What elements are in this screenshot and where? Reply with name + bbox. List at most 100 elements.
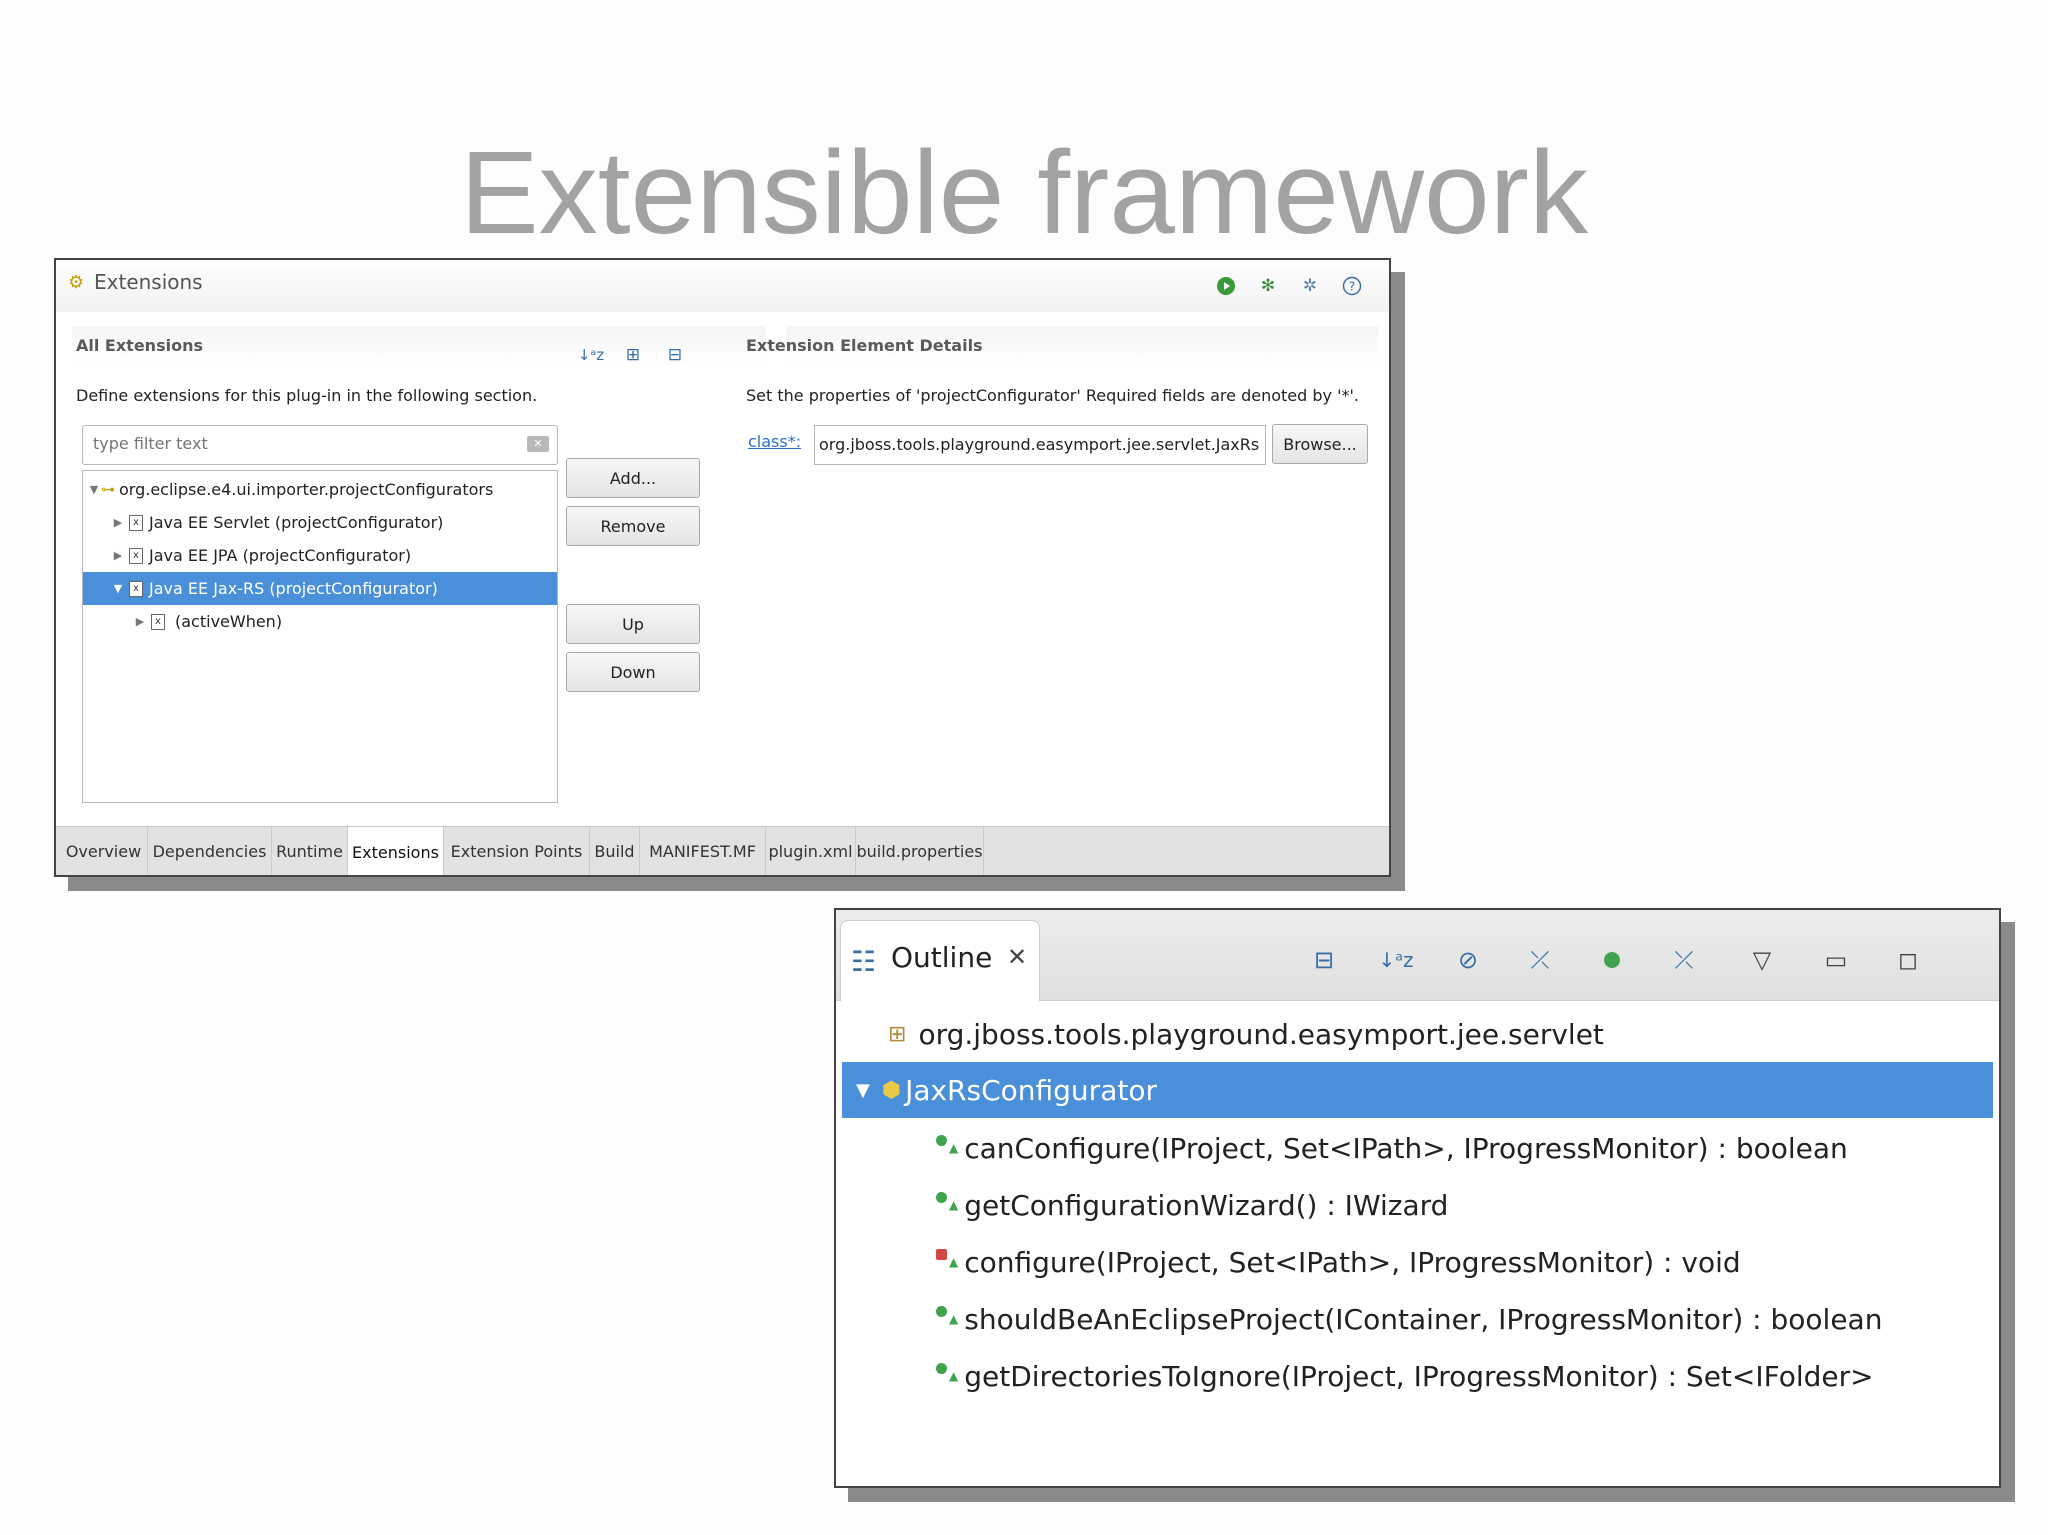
extensions-icon: ⚙	[68, 272, 85, 293]
method-row[interactable]: ▲ getDirectoriesToIgnore(IProject, IProg…	[842, 1348, 1993, 1404]
collapse-all-icon[interactable]: ⊟	[1304, 940, 1344, 980]
tree-item-label: Java EE Jax-RS (projectConfigurator)	[149, 579, 438, 598]
public-method-icon	[936, 1134, 947, 1146]
tab-dependencies[interactable]: Dependencies	[148, 827, 272, 875]
tree-item-servlet[interactable]: ▶ x Java EE Servlet (projectConfigurator…	[83, 506, 557, 539]
clear-filter-icon[interactable]: ✕	[527, 436, 549, 452]
add-button[interactable]: Add...	[566, 458, 700, 498]
public-method-icon	[936, 1362, 947, 1374]
slide-title: Extensible framework	[460, 127, 1588, 259]
close-icon[interactable]: ✕	[1007, 943, 1027, 971]
element-icon: x	[129, 514, 143, 531]
class-link[interactable]: class*:	[748, 432, 801, 451]
editor-header: ⚙ Extensions ✻ ✲ ?	[56, 260, 1389, 312]
collapsed-chevron-icon[interactable]: ▶	[111, 516, 125, 529]
element-icon: x	[129, 547, 143, 564]
maximize-icon[interactable]: ◻	[1888, 940, 1928, 980]
method-label: canConfigure(IProject, Set<IPath>, IProg…	[964, 1131, 1848, 1165]
collapsed-chevron-icon[interactable]: ▶	[111, 549, 125, 562]
override-icon: ▲	[949, 1198, 959, 1212]
class-field[interactable]: org.jboss.tools.playground.easymport.jee…	[814, 425, 1266, 465]
tab-plugin-xml[interactable]: plugin.xml	[766, 827, 856, 875]
details-title: Extension Element Details	[746, 336, 983, 355]
method-row[interactable]: ▲ shouldBeAnEclipseProject(IContainer, I…	[842, 1291, 1993, 1347]
show-details-icon[interactable]: ⊞	[620, 342, 646, 368]
public-method-icon	[936, 1305, 947, 1317]
override-icon: ▲	[949, 1312, 959, 1326]
minimize-icon[interactable]: ▭	[1816, 940, 1856, 980]
all-extensions-title: All Extensions	[76, 336, 203, 355]
tab-overview[interactable]: Overview	[60, 827, 148, 875]
tab-build-properties[interactable]: build.properties	[856, 827, 984, 875]
tab-manifest[interactable]: MANIFEST.MF	[640, 827, 766, 875]
collapse-all-icon[interactable]: ⊟	[662, 342, 688, 368]
method-label: configure(IProject, Set<IPath>, IProgres…	[964, 1245, 1741, 1279]
collapsed-chevron-icon[interactable]: ▶	[133, 615, 147, 628]
editor-title: Extensions	[94, 270, 203, 294]
expanded-chevron-icon[interactable]: ▼	[87, 483, 101, 496]
filter-field[interactable]: ✕	[82, 425, 558, 465]
method-row[interactable]: ▲ configure(IProject, Set<IPath>, IProgr…	[842, 1234, 1993, 1290]
browse-button[interactable]: Browse...	[1272, 424, 1368, 464]
tree-item-label: Java EE JPA (projectConfigurator)	[149, 546, 412, 565]
extensions-editor: ⚙ Extensions ✻ ✲ ? All Extensions ↓ᵃz ⊞ …	[54, 258, 1391, 877]
override-icon: ▲	[949, 1255, 959, 1269]
outline-title: Outline	[891, 941, 993, 974]
tree-item-jaxrs[interactable]: ▼ x Java EE Jax-RS (projectConfigurator)	[83, 572, 557, 605]
sort-icon[interactable]: ↓ᵃz	[578, 342, 604, 368]
element-icon: x	[151, 613, 165, 630]
run-icon[interactable]	[1214, 274, 1238, 298]
override-icon: ▲	[949, 1141, 959, 1155]
package-row[interactable]: ⊞ org.jboss.tools.playground.easymport.j…	[842, 1006, 1993, 1062]
outline-header: ☷ Outline ✕ ⊟ ↓ᵃz ⊘ ⤫ ⤫ ▽ ▭ ◻	[836, 910, 1999, 1001]
editor-tabs: Overview Dependencies Runtime Extensions…	[56, 826, 1389, 875]
extension-point-icon: ⊶	[101, 481, 115, 498]
svg-text:?: ?	[1349, 280, 1355, 294]
tree-item-jpa[interactable]: ▶ x Java EE JPA (projectConfigurator)	[83, 539, 557, 572]
debug-icon[interactable]: ✻	[1256, 274, 1280, 298]
tree-item-activewhen[interactable]: ▶ x (activeWhen)	[83, 605, 557, 638]
error-method-icon	[936, 1248, 947, 1260]
plugin-icon[interactable]: ✲	[1298, 274, 1322, 298]
class-row[interactable]: ▼ ⬢ JaxRsConfigurator	[842, 1062, 1993, 1118]
public-method-icon	[936, 1191, 947, 1203]
method-label: getDirectoriesToIgnore(IProject, IProgre…	[964, 1359, 1874, 1393]
package-icon: ⊞	[888, 1021, 907, 1047]
sort-icon[interactable]: ↓ᵃz	[1376, 940, 1416, 980]
tab-extensions[interactable]: Extensions	[348, 827, 444, 875]
method-row[interactable]: ▲ getConfigurationWizard() : IWizard	[842, 1177, 1993, 1233]
tree-item-label: Java EE Servlet (projectConfigurator)	[149, 513, 444, 532]
tree-item-label: org.eclipse.e4.ui.importer.projectConfig…	[119, 480, 494, 499]
method-label: getConfigurationWizard() : IWizard	[964, 1188, 1449, 1222]
hide-local-types-icon[interactable]: ⤫	[1664, 940, 1704, 980]
class-label: JaxRsConfigurator	[905, 1073, 1157, 1107]
expanded-chevron-icon[interactable]: ▼	[856, 1080, 870, 1101]
tab-runtime[interactable]: Runtime	[272, 827, 348, 875]
help-icon[interactable]: ?	[1340, 274, 1364, 298]
method-label: shouldBeAnEclipseProject(IContainer, IPr…	[964, 1302, 1883, 1336]
tab-outline[interactable]: ☷ Outline ✕	[840, 920, 1040, 1001]
hide-static-icon[interactable]: ⤫	[1520, 940, 1560, 980]
expanded-chevron-icon[interactable]: ▼	[111, 582, 125, 595]
class-icon: ⬢	[881, 1077, 902, 1103]
hide-fields-icon[interactable]: ⊘	[1448, 940, 1488, 980]
package-label: org.jboss.tools.playground.easymport.jee…	[918, 1017, 1604, 1051]
element-icon: x	[129, 580, 143, 597]
down-button[interactable]: Down	[566, 652, 700, 692]
tree-item-extension-point[interactable]: ▼ ⊶ org.eclipse.e4.ui.importer.projectCo…	[83, 473, 557, 506]
filter-input[interactable]	[91, 433, 515, 454]
view-menu-icon[interactable]: ▽	[1742, 940, 1782, 980]
remove-button[interactable]: Remove	[566, 506, 700, 546]
up-button[interactable]: Up	[566, 604, 700, 644]
tab-build[interactable]: Build	[590, 827, 640, 875]
hide-nonpublic-icon[interactable]	[1592, 940, 1632, 980]
outline-icon: ☷	[851, 945, 877, 978]
method-row[interactable]: ▲ canConfigure(IProject, Set<IPath>, IPr…	[842, 1120, 1993, 1176]
all-extensions-description: Define extensions for this plug-in in th…	[76, 386, 538, 405]
override-icon: ▲	[949, 1369, 959, 1383]
details-description: Set the properties of 'projectConfigurat…	[746, 386, 1359, 405]
extensions-tree: ▼ ⊶ org.eclipse.e4.ui.importer.projectCo…	[82, 470, 558, 803]
outline-view: ☷ Outline ✕ ⊟ ↓ᵃz ⊘ ⤫ ⤫ ▽ ▭ ◻ ⊞ org.jbos…	[834, 908, 2001, 1488]
tab-extension-points[interactable]: Extension Points	[444, 827, 590, 875]
tree-item-label: (activeWhen)	[175, 612, 283, 631]
